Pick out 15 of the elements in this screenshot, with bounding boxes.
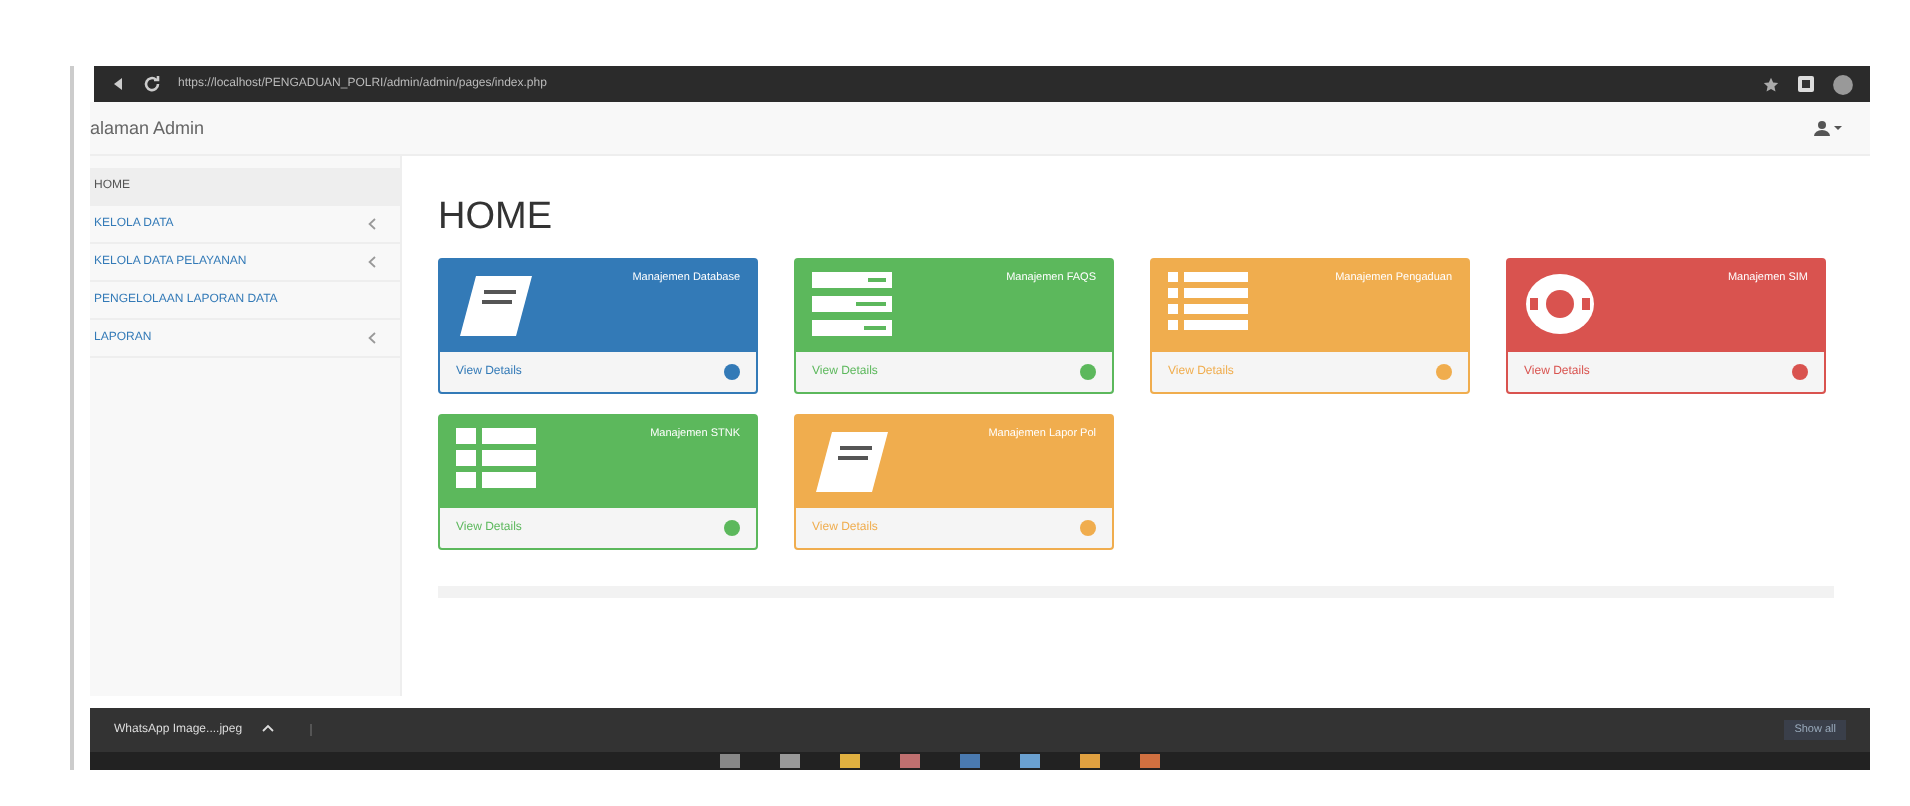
reload-icon[interactable]	[142, 74, 162, 94]
navbar-title[interactable]: alaman Admin	[90, 118, 205, 138]
book-icon	[456, 272, 536, 340]
star-icon[interactable]	[1762, 75, 1780, 93]
lifebuoy-icon	[1524, 272, 1596, 336]
user-icon[interactable]	[1814, 120, 1842, 136]
back-icon[interactable]	[110, 76, 126, 92]
extension-icon[interactable]	[1796, 74, 1816, 94]
profile-icon[interactable]	[1832, 73, 1854, 95]
list-icon	[1168, 272, 1248, 332]
page-title: HOME	[438, 196, 554, 240]
book-icon	[812, 428, 892, 496]
form-icon	[812, 272, 892, 336]
table-icon	[456, 428, 536, 488]
caret-icon	[261, 724, 274, 732]
